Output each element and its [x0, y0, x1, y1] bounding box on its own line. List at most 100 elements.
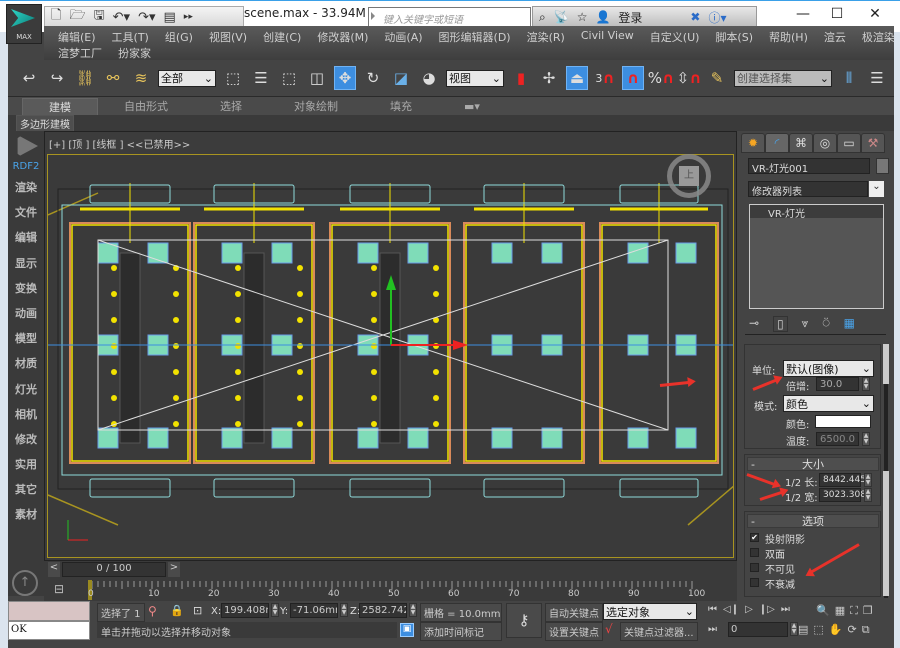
- motion-tab-icon[interactable]: ◎: [813, 133, 837, 153]
- region-zoom-icon[interactable]: ⬚: [813, 623, 823, 637]
- redo-icon[interactable]: ↪: [46, 66, 68, 90]
- minimize-button[interactable]: —: [788, 4, 818, 24]
- configure-modifier-sets-icon[interactable]: ▦: [844, 316, 855, 332]
- menu-help[interactable]: 帮助(H): [761, 29, 816, 45]
- viewport-top[interactable]: [+] [顶 ] [线框 ] <<已禁用>> 上: [44, 131, 737, 561]
- absolute-mode-icon[interactable]: ⊡: [193, 604, 202, 617]
- object-name-field[interactable]: VR-灯光001: [748, 158, 870, 175]
- modify-tab-icon[interactable]: ◜: [765, 133, 789, 153]
- align-icon[interactable]: ☰: [866, 66, 888, 90]
- open-file-icon[interactable]: 🗁: [69, 6, 85, 28]
- login-button[interactable]: 登录: [618, 9, 642, 26]
- sidebar-item-8[interactable]: 灯光: [8, 377, 44, 402]
- create-tab-icon[interactable]: ✹: [741, 133, 765, 153]
- set-key-icon[interactable]: ⚷: [506, 603, 542, 638]
- exchange-icon[interactable]: ✖: [690, 10, 700, 24]
- options-rollout-header[interactable]: - 选项: [747, 514, 879, 528]
- track-bar[interactable]: ⊟ 0 10 20 30 40 50 60 70 80 90 100: [44, 579, 737, 601]
- listener-output[interactable]: OK: [8, 621, 90, 640]
- bind-space-warp-icon[interactable]: ≋: [130, 66, 152, 90]
- zoom-extents-icon[interactable]: ⛶: [850, 604, 858, 618]
- user-icon[interactable]: 👤: [595, 10, 610, 24]
- half-length-spinner[interactable]: ▲ ▼: [864, 473, 872, 487]
- sidebar-item-12[interactable]: 其它: [8, 477, 44, 502]
- x-coord-input[interactable]: 199.408mm: [221, 603, 269, 618]
- menu-rendering[interactable]: 渲染(R): [519, 29, 573, 45]
- selection-filter-dropdown[interactable]: 全部 ⌄: [158, 69, 216, 87]
- key-filters-button[interactable]: 关键点过滤器...: [620, 622, 698, 641]
- multiplier-input[interactable]: 30.0: [816, 377, 859, 391]
- overflow-icon[interactable]: ▸▸: [184, 12, 193, 22]
- snaps-toggle-icon[interactable]: 3 ∩: [594, 66, 616, 90]
- viewcube-face[interactable]: 上: [679, 166, 699, 186]
- keyboard-shortcut-override-icon[interactable]: ⏏: [566, 66, 588, 90]
- isolate-selection-icon[interactable]: ⚲: [148, 604, 157, 618]
- z-coord-input[interactable]: 2582.742mm: [359, 603, 407, 618]
- search-expand-icon[interactable]: [371, 12, 375, 20]
- object-color-swatch[interactable]: [876, 158, 889, 174]
- pivot-center-icon[interactable]: ▮: [510, 66, 532, 90]
- add-time-tag-button[interactable]: 添加时间标记: [420, 622, 502, 641]
- select-and-rotate-icon[interactable]: ↻: [362, 66, 384, 90]
- menu-xuanyun[interactable]: 渲云: [816, 29, 854, 45]
- menu-customize[interactable]: 自定义(U): [642, 29, 708, 45]
- reference-coord-dropdown[interactable]: 视图 ⌄: [446, 69, 504, 87]
- menu-tools[interactable]: 工具(T): [104, 29, 157, 45]
- undo-icon[interactable]: ↩: [18, 66, 40, 90]
- pan-icon[interactable]: ✋: [829, 623, 843, 637]
- sidebar-item-3[interactable]: 显示: [8, 251, 44, 276]
- temperature-spinner[interactable]: ▲ ▼: [862, 432, 870, 446]
- redo-icon[interactable]: ↷▾: [138, 10, 155, 25]
- mode-dropdown[interactable]: 颜色 ⌄: [783, 395, 874, 412]
- binoculars-icon[interactable]: ⌕: [539, 10, 546, 25]
- star-icon[interactable]: ☆: [577, 10, 588, 24]
- tab-modeling[interactable]: 建模: [22, 97, 98, 115]
- upload-icon[interactable]: ↑: [12, 570, 38, 596]
- zoom-all-icon[interactable]: ▦: [835, 604, 845, 618]
- viewport-canvas[interactable]: [47, 154, 734, 558]
- menu-edit[interactable]: 编辑(E): [50, 29, 104, 45]
- floor-plan-drawing[interactable]: [48, 155, 734, 558]
- maximize-viewport-icon[interactable]: ⧉: [862, 623, 870, 637]
- curve-editor-icon[interactable]: ⊟: [54, 582, 70, 598]
- adaptive-degradation-icon[interactable]: ▣: [400, 623, 414, 637]
- key-mode-toggle-icon[interactable]: ⏭: [708, 624, 717, 635]
- menu-banjiajia[interactable]: 扮家家: [110, 45, 159, 61]
- sidebar-item-13[interactable]: 素材: [8, 502, 44, 527]
- ribbon-options-icon[interactable]: ▬▾: [438, 100, 506, 113]
- menu-views[interactable]: 视图(V): [201, 29, 255, 45]
- sidebar-item-9[interactable]: 相机: [8, 402, 44, 427]
- application-menu-button[interactable]: MAX: [6, 4, 42, 44]
- half-length-input[interactable]: 8442.445: [819, 473, 866, 487]
- show-end-result-icon[interactable]: ▯: [773, 316, 788, 332]
- tab-selection[interactable]: 选择: [194, 98, 268, 114]
- close-button[interactable]: ✕: [860, 4, 890, 24]
- x-spinner[interactable]: ▲ ▼: [271, 603, 279, 617]
- play-icon[interactable]: ▷: [745, 604, 753, 615]
- named-selection-dropdown[interactable]: 创建选择集 ⌄: [734, 69, 832, 87]
- stack-item-vray-light[interactable]: VR-灯光: [750, 205, 883, 220]
- unit-dropdown[interactable]: 默认(图像) ⌄: [783, 360, 874, 377]
- zoom-icon[interactable]: 🔍: [816, 604, 830, 618]
- tab-freeform[interactable]: 自由形式: [98, 98, 194, 114]
- half-width-input[interactable]: 3023.308: [819, 488, 866, 502]
- menu-jixuanran[interactable]: 极渲染: [854, 29, 900, 45]
- auto-key-button[interactable]: 自动关键点: [545, 603, 603, 622]
- option-checkbox-2[interactable]: [750, 563, 759, 572]
- utilities-tab-icon[interactable]: ⚒: [861, 133, 885, 153]
- select-by-name-icon[interactable]: ☰: [250, 66, 272, 90]
- menu-civil-view[interactable]: Civil View: [573, 29, 642, 45]
- select-object-icon[interactable]: ⬚: [222, 66, 244, 90]
- frame-spinner[interactable]: ▲ ▼: [790, 622, 798, 636]
- menu-animation[interactable]: 动画(A): [376, 29, 430, 45]
- select-and-move-icon[interactable]: ✥: [334, 66, 356, 90]
- viewport-label[interactable]: [+] [顶 ] [线框 ] <<已禁用>>: [49, 136, 190, 151]
- sidebar-item-4[interactable]: 变换: [8, 276, 44, 301]
- save-icon[interactable]: 🖫: [94, 6, 105, 28]
- previous-key-icon[interactable]: ◁❙: [723, 604, 739, 615]
- option-checkbox-3[interactable]: [750, 578, 759, 587]
- unlink-icon[interactable]: ⚯: [102, 66, 124, 90]
- undo-icon[interactable]: ↶▾: [113, 10, 130, 25]
- maximize-button[interactable]: ☐: [822, 4, 852, 24]
- sidebar-item-5[interactable]: 动画: [8, 301, 44, 326]
